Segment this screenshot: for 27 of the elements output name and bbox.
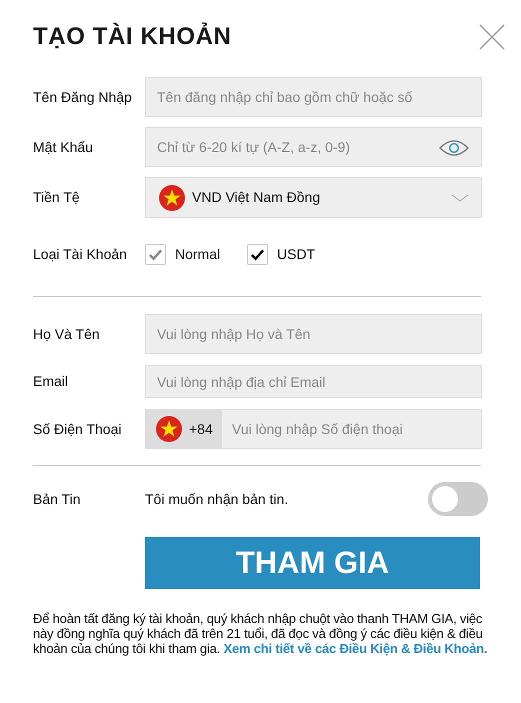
field-label: Tên Đăng Nhập [33,88,133,107]
field-label: Số Điện Thoại [33,420,122,438]
submit-button[interactable]: THAM GIA [145,537,480,589]
flag-icon [159,184,185,210]
check-icon [250,246,265,262]
dialog-title: TẠO TÀI KHOẢN [33,22,232,52]
currency-select[interactable]: VND Việt Nam Đồng [145,177,482,218]
chevron-down-icon [451,194,469,202]
checkbox[interactable] [247,244,268,264]
close-icon[interactable] [479,24,505,50]
check-icon [148,246,163,262]
toggle-switch[interactable] [428,482,488,516]
field-label: Mật Khẩu [33,138,94,156]
field-label: Email [33,372,70,391]
checkbox-label[interactable]: USDT [277,244,316,264]
field-label: Họ Và Tên [33,324,101,344]
notice-text: Để hoàn tất đăng ký tài khoản, quý khách nhập chuột vào thanh THAM GIA, việc này đồng nghĩa quý khách đã trên 21 tuổi, đã đọc và đồng ý các điều kiện & điều khoản của chúng tôi khi tham gia. Xem chi tiết về các Điều Kiện & Điều Khoản. [33,611,488,656]
password-field[interactable]: Chỉ từ 6-20 kí tự (A-Z, a-z, 0-9) [146,128,481,166]
eye-icon[interactable] [439,140,469,156]
text-field[interactable]: Vui lòng nhập Họ và Tên [146,315,481,353]
field-label: Loại Tài Khoản [33,244,128,264]
text-field[interactable]: Tên đăng nhập chỉ bao gồm chữ hoặc số [146,78,481,116]
field-label: Tiền Tệ [33,188,81,207]
newsletter-text: Tôi muốn nhận bản tin. [145,490,290,508]
terms-link[interactable]: Xem chi tiết về các Điều Kiện & Điều Khoản. [224,641,488,656]
email-field[interactable]: Vui lòng nhập địa chỉ Email [146,366,481,397]
field-label: Bản Tin [33,490,82,508]
